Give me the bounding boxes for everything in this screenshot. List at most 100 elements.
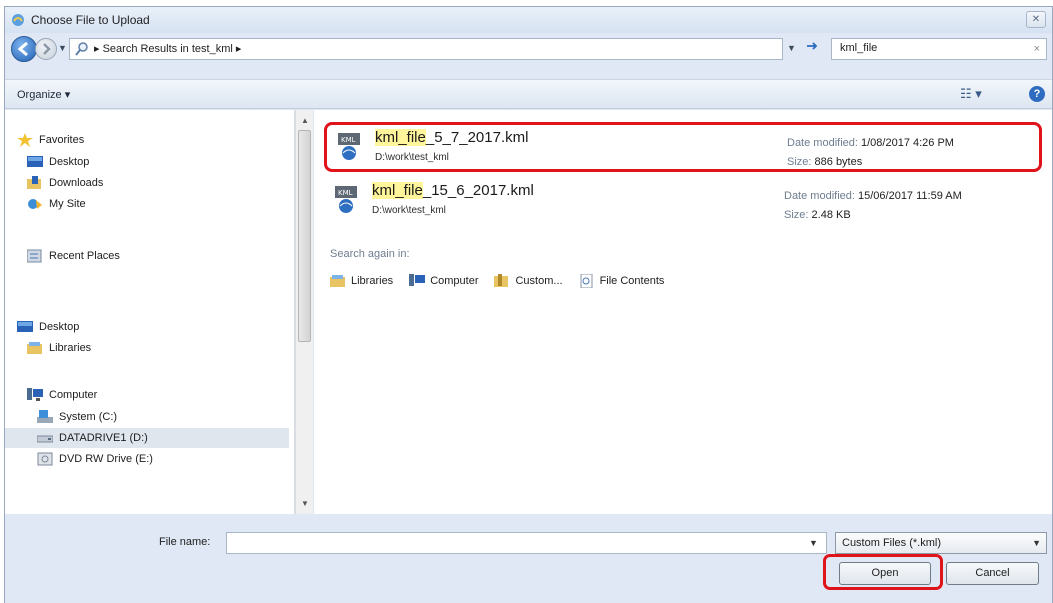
sidebar-item-label: Libraries xyxy=(49,342,92,354)
sidebar-item-my-site[interactable]: My Site xyxy=(27,194,86,214)
sidebar-item-datadrive-d[interactable]: DATADRIVE1 (D:) xyxy=(5,428,289,448)
computer-icon xyxy=(27,388,43,401)
change-view-button[interactable]: ☷ ▾ xyxy=(960,86,982,102)
file-name-rest: _15_6_2017.kml xyxy=(422,182,534,199)
refresh-icon xyxy=(807,42,818,50)
back-arrow-icon xyxy=(17,41,28,57)
date-value: 1/08/2017 4:26 PM xyxy=(861,137,954,149)
computer-icon xyxy=(409,274,426,286)
sidebar-item-label: Computer xyxy=(49,389,98,401)
libraries-icon xyxy=(27,342,42,354)
search-again-libraries[interactable]: Libraries xyxy=(330,274,393,288)
desktop-icon xyxy=(17,321,33,332)
svg-text:KML: KML xyxy=(341,136,356,144)
file-size: Size: 886 bytes xyxy=(787,156,862,168)
search-folder-icon xyxy=(75,42,88,56)
search-again-custom[interactable]: Custom... xyxy=(494,274,563,288)
search-again-options: Libraries Computer Custom... File Conten… xyxy=(330,274,664,288)
recent-places-icon xyxy=(27,249,42,263)
search-again-label-computer: Computer xyxy=(430,275,479,287)
sidebar-item-desktop[interactable]: Desktop xyxy=(17,317,79,337)
result-row-kml-file-15-6-2017[interactable]: KML kml_file_15_6_2017.kml D:\work\test_… xyxy=(324,178,1042,228)
recent-pages-dropdown[interactable]: ▼ xyxy=(58,43,67,53)
desktop-icon xyxy=(27,156,43,167)
search-input[interactable]: kml_file × xyxy=(831,38,1047,60)
refresh-button[interactable] xyxy=(800,38,824,60)
sidebar-item-desktop-fav[interactable]: Desktop xyxy=(27,152,89,172)
libraries-icon xyxy=(330,275,345,287)
search-again-computer[interactable]: Computer xyxy=(409,274,478,288)
star-icon xyxy=(17,133,33,147)
file-name[interactable]: kml_file_5_7_2017.kml xyxy=(375,129,528,146)
size-label: Size: xyxy=(784,209,809,221)
sidebar-item-libraries[interactable]: Libraries xyxy=(27,338,91,358)
date-label: Date modified: xyxy=(784,190,855,202)
file-date-modified: Date modified: 1/08/2017 4:26 PM xyxy=(787,137,954,149)
file-path: D:\work\test_kml xyxy=(375,152,449,163)
scroll-down-icon[interactable]: ▼ xyxy=(301,499,309,508)
breadcrumb[interactable]: ▸ Search Results in test_kml ▸ xyxy=(94,42,241,55)
size-label: Size: xyxy=(787,156,812,168)
sidebar-item-favorites[interactable]: Favorites xyxy=(17,130,84,150)
address-dropdown[interactable]: ▼ xyxy=(787,43,796,53)
sidebar-item-label: Desktop xyxy=(49,156,90,168)
search-again-label-file-contents: File Contents xyxy=(599,275,665,287)
date-label: Date modified: xyxy=(787,137,858,149)
file-size: Size: 2.48 KB xyxy=(784,209,851,221)
custom-folder-icon xyxy=(494,274,509,287)
file-type-select[interactable]: Custom Files (*.kml) ▼ xyxy=(835,532,1047,554)
sidebar-item-label: DVD RW Drive (E:) xyxy=(59,453,153,465)
result-row-kml-file-5-7-2017[interactable]: KML kml_file_5_7_2017.kml D:\work\test_k… xyxy=(324,122,1042,172)
search-match-highlight: kml_file xyxy=(372,182,423,199)
file-name-label: File name: xyxy=(159,536,211,548)
search-again-label: Search again in: xyxy=(330,248,410,260)
file-name-input[interactable] xyxy=(226,532,827,554)
sidebar-item-computer[interactable]: Computer xyxy=(27,385,97,405)
chevron-down-icon: ▼ xyxy=(1032,538,1041,548)
open-button[interactable]: Open xyxy=(839,562,931,585)
nav-pane-scrollbar[interactable]: ▲ ▼ xyxy=(295,110,313,514)
kml-file-icon: KML xyxy=(335,186,357,213)
navigation-bar: ▼ ▸ Search Results in test_kml ▸ ▼ kml_f… xyxy=(5,33,1052,65)
sidebar-item-dvd-e[interactable]: DVD RW Drive (E:) xyxy=(37,449,153,469)
sidebar-item-label: My Site xyxy=(49,198,86,210)
help-icon[interactable]: ? xyxy=(1029,86,1045,102)
sidebar-item-recent-places[interactable]: Recent Places xyxy=(27,246,120,266)
forward-button[interactable] xyxy=(35,38,57,60)
bottom-panel: File name: ▼ Custom Files (*.kml) ▼ Open… xyxy=(5,514,1052,603)
app-icon xyxy=(12,14,24,26)
file-contents-icon xyxy=(580,274,593,288)
svg-text:KML: KML xyxy=(338,189,353,197)
sidebar-item-downloads[interactable]: Downloads xyxy=(27,173,103,193)
file-name-rest: _5_7_2017.kml xyxy=(425,129,529,146)
sidebar-item-label: DATADRIVE1 (D:) xyxy=(59,432,148,444)
file-upload-dialog: Choose File to Upload ✕ ▼ ▸ Search Resul… xyxy=(4,6,1053,603)
search-again-file-contents[interactable]: File Contents xyxy=(579,274,665,288)
navigation-pane: Favorites Desktop Downloads My Site Rece… xyxy=(5,110,295,514)
clear-search-icon[interactable]: × xyxy=(1034,43,1040,55)
sidebar-item-label: Downloads xyxy=(49,177,104,189)
search-match-highlight: kml_file xyxy=(375,129,426,146)
back-button[interactable] xyxy=(11,36,37,62)
hard-drive-icon xyxy=(37,435,53,443)
title-bar: Choose File to Upload ✕ xyxy=(5,7,1052,33)
size-value: 886 bytes xyxy=(814,156,863,168)
cancel-button[interactable]: Cancel xyxy=(946,562,1039,585)
sidebar-item-system-c[interactable]: System (C:) xyxy=(37,407,117,427)
date-value: 15/06/2017 11:59 AM xyxy=(858,190,962,202)
sidebar-item-label: Favorites xyxy=(39,134,85,146)
address-bar[interactable]: ▸ Search Results in test_kml ▸ xyxy=(69,38,783,60)
size-value: 2.48 KB xyxy=(811,209,851,221)
search-again-label-libraries: Libraries xyxy=(351,275,394,287)
file-name-dropdown[interactable]: ▼ xyxy=(809,538,818,548)
sidebar-item-label: System (C:) xyxy=(59,411,118,423)
close-button[interactable]: ✕ xyxy=(1026,11,1046,28)
organize-menu[interactable]: Organize ▾ xyxy=(17,88,70,101)
file-type-value: Custom Files (*.kml) xyxy=(842,537,942,549)
window-title: Choose File to Upload xyxy=(31,13,150,27)
system-drive-icon xyxy=(37,410,53,423)
scroll-up-icon[interactable]: ▲ xyxy=(301,116,309,125)
scroll-thumb[interactable] xyxy=(298,130,311,342)
search-again-label-custom: Custom... xyxy=(515,275,563,287)
file-name[interactable]: kml_file_15_6_2017.kml xyxy=(372,182,534,199)
